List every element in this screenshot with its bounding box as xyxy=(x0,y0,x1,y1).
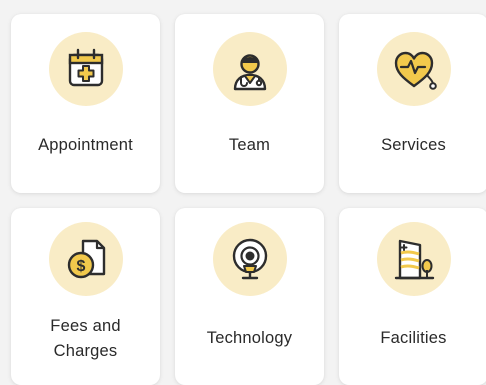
fees-and-charges-card[interactable]: $ Fees and Charges xyxy=(11,208,160,385)
team-label: Team xyxy=(228,136,271,154)
calendar-plus-icon xyxy=(48,32,123,106)
appointment-label: Appointment xyxy=(38,136,133,154)
fees-and-charges-label-line1: Fees and xyxy=(50,317,121,335)
doctor-icon xyxy=(212,32,287,106)
appointment-card[interactable]: Appointment xyxy=(11,14,160,193)
fees-and-charges-label-line2: Charges xyxy=(53,342,118,360)
svg-text:$: $ xyxy=(76,258,85,275)
services-card[interactable]: Services xyxy=(339,14,486,193)
menu-grid: Appointment Team Services $ Fees and Cha… xyxy=(0,0,486,385)
technology-label: Technology xyxy=(206,329,293,347)
facilities-label: Facilities xyxy=(380,329,447,347)
team-card[interactable]: Team xyxy=(175,14,324,193)
services-label: Services xyxy=(381,136,446,154)
money-document-icon: $ xyxy=(48,222,123,296)
facilities-card[interactable]: Facilities xyxy=(339,208,486,385)
heart-stethoscope-icon xyxy=(376,32,451,106)
technology-card[interactable]: Technology xyxy=(175,208,324,385)
hospital-building-icon xyxy=(376,222,451,296)
mri-scanner-icon xyxy=(212,222,287,296)
